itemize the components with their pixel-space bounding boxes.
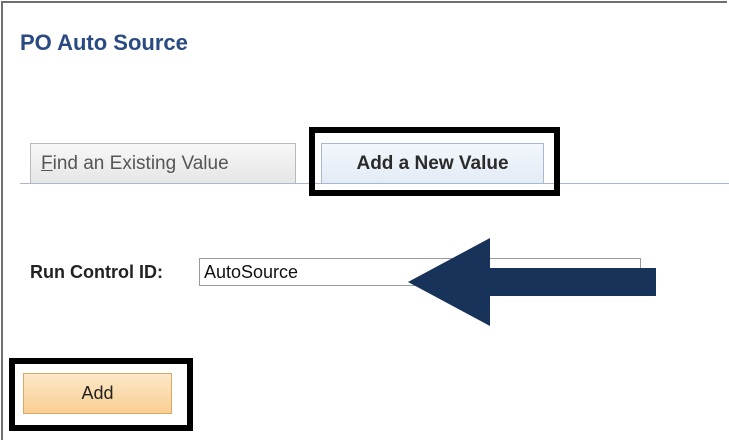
tab-find-existing-value[interactable]: Find an Existing Value xyxy=(30,143,296,183)
highlight-box-tab xyxy=(309,127,560,196)
add-button[interactable]: Add xyxy=(23,373,172,414)
tab-find-accesskey: F xyxy=(41,153,53,174)
run-control-id-input[interactable] xyxy=(199,258,641,286)
page-title: PO Auto Source xyxy=(20,30,188,55)
tab-find-label: ind an Existing Value xyxy=(52,153,229,174)
run-control-id-label: Run Control ID: xyxy=(30,262,163,282)
